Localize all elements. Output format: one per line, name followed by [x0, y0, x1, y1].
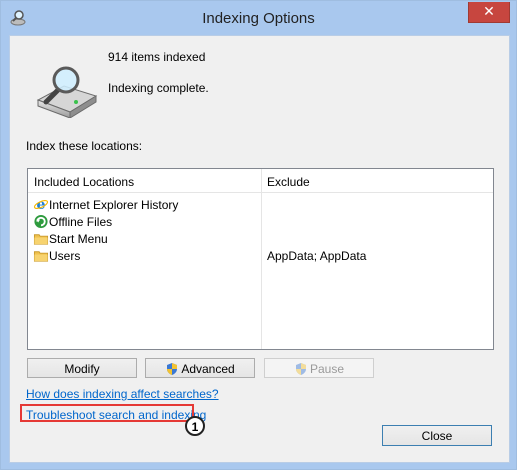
annotation-step-badge: 1	[185, 416, 205, 436]
advanced-button-label: Advanced	[181, 362, 235, 376]
dialog-body: 914 items indexed Indexing complete. Ind…	[9, 35, 510, 463]
annotation-highlight-box	[20, 404, 194, 422]
list-item[interactable]: e Internet Explorer History	[28, 196, 493, 213]
indexing-status: Indexing complete.	[108, 81, 209, 95]
how-indexing-affects-searches-link[interactable]: How does indexing affect searches?	[26, 387, 219, 401]
location-name: Offline Files	[49, 215, 113, 229]
location-name: Internet Explorer History	[49, 198, 179, 212]
locations-list[interactable]: Included Locations Exclude e Internet Ex…	[27, 168, 494, 350]
items-indexed-count: 914 items indexed	[108, 50, 206, 64]
svg-text:e: e	[37, 197, 46, 212]
list-item[interactable]: Offline Files	[28, 213, 493, 230]
pause-button-label: Pause	[309, 362, 345, 376]
column-header-included[interactable]: Included Locations	[34, 175, 134, 189]
pause-button[interactable]: Pause	[264, 358, 374, 378]
outlook-offline-files-icon	[34, 214, 48, 229]
indexing-drive-magnifier-icon	[36, 66, 98, 118]
indexing-options-window: Indexing Options ✕ 914 items indexed Ind…	[0, 0, 517, 470]
location-name: Users	[49, 249, 81, 263]
folder-icon	[33, 234, 49, 245]
list-item[interactable]: Start Menu	[28, 230, 493, 247]
window-close-button[interactable]: ✕	[468, 2, 510, 23]
uac-shield-icon	[295, 363, 306, 375]
close-icon: ✕	[483, 3, 495, 19]
uac-shield-icon	[167, 363, 178, 375]
list-item[interactable]: Users AppData; AppData	[28, 247, 493, 264]
modify-button[interactable]: Modify	[27, 358, 137, 378]
close-button[interactable]: Close	[382, 425, 492, 446]
column-header-exclude[interactable]: Exclude	[267, 175, 310, 189]
location-name: Start Menu	[49, 232, 108, 246]
location-exclude: AppData; AppData	[267, 249, 367, 263]
title-bar: Indexing Options ✕	[1, 1, 516, 35]
folder-icon	[33, 251, 49, 262]
internet-explorer-icon: e	[33, 197, 49, 212]
advanced-button[interactable]: Advanced	[145, 358, 255, 378]
window-title: Indexing Options	[202, 10, 315, 27]
locations-label: Index these locations:	[26, 139, 143, 153]
